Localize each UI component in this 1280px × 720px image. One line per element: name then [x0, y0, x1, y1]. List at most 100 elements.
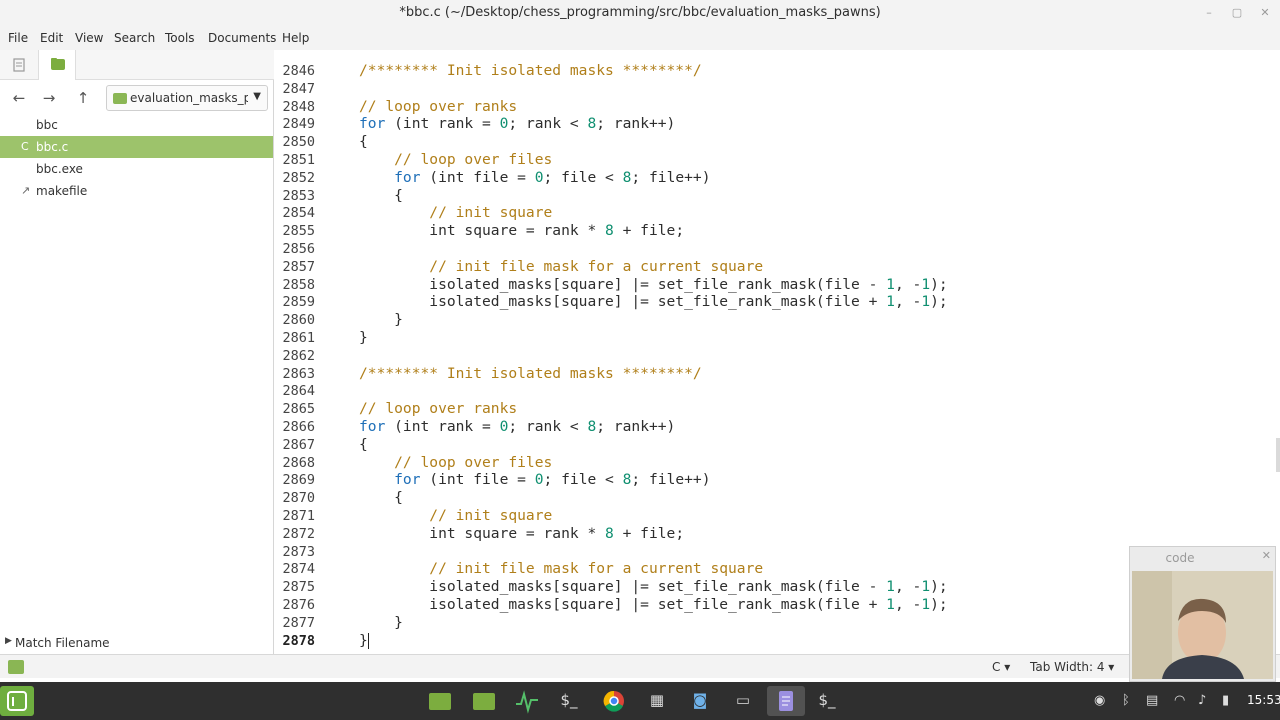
line-number: 2852	[282, 169, 315, 186]
code-line[interactable]: 2863 /******** Init isolated masks ******…	[275, 365, 1280, 383]
side-panel: ← → ↑ evaluation_masks_p... ▼ bbc Cbbc.cb…	[0, 50, 274, 654]
taskbar-calculator[interactable]: ▦	[638, 686, 676, 716]
code-line[interactable]: 2847	[275, 80, 1280, 98]
code-token-plain: , -	[894, 596, 922, 613]
code-token-plain: }	[359, 329, 368, 346]
line-number: 2875	[282, 579, 315, 596]
taskbar-screenshot[interactable]: ◙	[681, 686, 719, 716]
code-token-plain: , -	[894, 275, 922, 293]
code-token-comment: // init square	[359, 507, 553, 524]
side-panel-toggle-icon[interactable]	[8, 660, 24, 674]
code-line[interactable]: 2868 // loop over files	[275, 454, 1280, 472]
file-list-item[interactable]: bbc	[0, 114, 273, 136]
code-line[interactable]: 2856	[275, 240, 1280, 258]
code-line[interactable]: 2870 {	[275, 489, 1280, 507]
code-token-plain: isolated_masks[square] |= set_file_rank_…	[359, 596, 887, 613]
back-arrow-icon[interactable]: ←	[6, 86, 32, 110]
taskbar-text-editor[interactable]	[767, 686, 805, 716]
code-line[interactable]: 2866 for (int rank = 0; rank < 8; rank++)	[275, 418, 1280, 436]
code-line[interactable]: 2858 isolated_masks[square] |= set_file_…	[275, 276, 1280, 294]
taskbar-files-folder[interactable]	[421, 686, 459, 716]
tab-file-browser[interactable]	[38, 50, 76, 80]
file-list-item[interactable]: bbc.exe	[0, 158, 273, 180]
wifi-icon[interactable]: ◠	[1174, 693, 1185, 708]
file-list-item[interactable]: ↗ makefile	[0, 180, 273, 202]
taskbar-files-folder-2[interactable]	[465, 686, 503, 716]
code-line[interactable]: 2852 for (int file = 0; file < 8; file++…	[275, 169, 1280, 187]
code-text: {	[359, 489, 403, 507]
menu-tools[interactable]: Tools	[165, 31, 195, 45]
up-arrow-icon[interactable]: ↑	[70, 86, 96, 110]
code-line[interactable]: 2849 for (int rank = 0; rank < 8; rank++)	[275, 115, 1280, 133]
line-number: 2860	[282, 312, 315, 329]
scrollbar-thumb[interactable]	[1276, 438, 1280, 472]
line-number: 2862	[282, 347, 315, 364]
battery-icon[interactable]: ▮	[1222, 693, 1229, 708]
code-line[interactable]: 2872 int square = rank * 8 + file;	[275, 525, 1280, 543]
webcam-tray-icon[interactable]: ◉	[1094, 693, 1105, 708]
code-line[interactable]: 2855 int square = rank * 8 + file;	[275, 222, 1280, 240]
line-number: 2851	[282, 152, 315, 168]
language-selector[interactable]: C ▾	[992, 660, 1010, 674]
code-token-plain: }	[359, 631, 368, 649]
code-line[interactable]: 2857 // init file mask for a current squ…	[275, 258, 1280, 276]
code-token-plain: ; rank++)	[596, 418, 676, 435]
menu-bar: File Edit View Search Tools Documents He…	[0, 28, 1280, 50]
code-line[interactable]: 2861}	[275, 329, 1280, 347]
menu-view[interactable]: View	[75, 31, 103, 45]
code-token-plain: );	[930, 275, 948, 293]
location-dropdown[interactable]: evaluation_masks_p... ▼	[106, 85, 268, 111]
line-number: 2878	[282, 632, 315, 649]
webcam-overlay: code ✕	[1129, 546, 1276, 682]
keyboard-layout-flag-icon[interactable]: ▤	[1146, 693, 1158, 708]
code-line[interactable]: 2864	[275, 382, 1280, 400]
code-token-plain: ; rank++)	[596, 115, 676, 133]
code-line[interactable]: 2848 // loop over ranks	[275, 98, 1280, 116]
close-icon[interactable]: ✕	[1256, 4, 1274, 22]
volume-icon[interactable]: ♪	[1198, 693, 1206, 708]
taskbar-terminal[interactable]: $_	[550, 686, 588, 716]
forward-arrow-icon[interactable]: →	[36, 86, 62, 110]
code-token-plain: isolated_masks[square] |= set_file_rank_…	[359, 578, 887, 596]
menu-edit[interactable]: Edit	[40, 31, 63, 45]
code-line[interactable]: 2854 // init square	[275, 204, 1280, 222]
tab-width-selector[interactable]: Tab Width: 4 ▾	[1030, 660, 1114, 674]
match-filename-expander[interactable]: ▶ Match Filename	[0, 632, 273, 654]
code-line[interactable]: 2851 // loop over files	[275, 151, 1280, 169]
code-line[interactable]: 2860 }	[275, 311, 1280, 329]
code-token-plain: ; file <	[543, 471, 623, 489]
code-line[interactable]: 2853 {	[275, 187, 1280, 205]
code-line[interactable]: 2859 isolated_masks[square] |= set_file_…	[275, 293, 1280, 311]
menu-search[interactable]: Search	[114, 31, 155, 45]
code-text: int square = rank * 8 + file;	[359, 525, 684, 543]
start-menu-button[interactable]	[0, 686, 34, 716]
taskbar-terminal-2[interactable]: $_	[808, 686, 846, 716]
tab-documents[interactable]	[0, 50, 38, 80]
code-text: for (int file = 0; file < 8; file++)	[359, 169, 710, 187]
file-name: bbc	[36, 118, 58, 132]
line-number: 2873	[282, 543, 315, 560]
code-line[interactable]: 2862	[275, 347, 1280, 365]
line-number: 2869	[282, 472, 315, 489]
code-line[interactable]: 2850 {	[275, 133, 1280, 151]
taskbar-chrome[interactable]	[595, 686, 633, 716]
menu-help[interactable]: Help	[282, 31, 309, 45]
taskbar-system-monitor[interactable]	[508, 686, 546, 716]
code-line[interactable]: 2865 // loop over ranks	[275, 400, 1280, 418]
camera-icon: ◙	[692, 691, 708, 709]
code-line[interactable]: 2869 for (int file = 0; file < 8; file++…	[275, 471, 1280, 489]
close-icon[interactable]: ✕	[1262, 549, 1271, 562]
maximize-icon[interactable]: ▢	[1228, 4, 1246, 22]
taskbar-window[interactable]: ▭	[724, 686, 762, 716]
bluetooth-icon[interactable]: ᛒ	[1122, 693, 1130, 708]
menu-documents[interactable]: Documents	[208, 31, 276, 45]
code-line[interactable]: 2871 // init square	[275, 507, 1280, 525]
code-line[interactable]: 2846 /******** Init isolated masks ******…	[275, 62, 1280, 80]
code-token-number: 1	[921, 275, 931, 293]
code-line[interactable]: 2867 {	[275, 436, 1280, 454]
window-icon: ▭	[735, 691, 751, 709]
minimize-icon[interactable]: –	[1200, 4, 1218, 22]
file-list-item[interactable]: Cbbc.c	[0, 136, 273, 158]
code-token-keyword: for	[359, 471, 421, 489]
menu-file[interactable]: File	[8, 31, 28, 45]
